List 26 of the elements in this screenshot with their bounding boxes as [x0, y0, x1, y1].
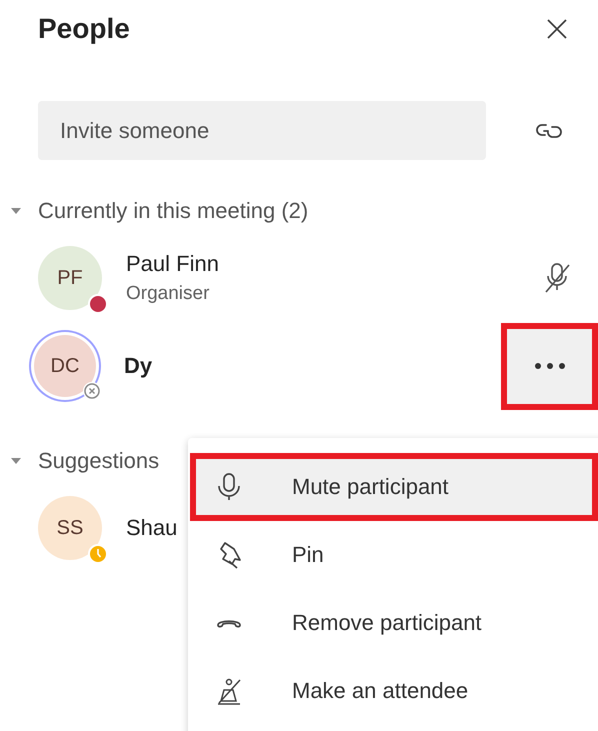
busy-status-icon: [88, 294, 108, 314]
menu-item[interactable]: Remove participant: [188, 589, 598, 657]
person-name: Shau: [126, 515, 178, 541]
caret-icon[interactable]: [10, 457, 22, 465]
avatar-initials: DC: [50, 354, 80, 378]
microphone-icon: [216, 472, 242, 502]
menu-item[interactable]: Mute participant: [190, 453, 598, 521]
caret-icon[interactable]: [10, 207, 22, 215]
away-status-icon: [88, 544, 108, 564]
invite-field[interactable]: Invite someone: [38, 101, 486, 160]
person-name: Paul Finn: [126, 251, 220, 277]
avatar-initials: SS: [56, 516, 84, 540]
offline-status-icon: [82, 381, 102, 401]
attendee-icon: [216, 676, 242, 706]
person-role: Organiser: [126, 283, 210, 305]
menu-item[interactable]: Pin: [188, 521, 598, 589]
phone-hang-up-icon: [216, 618, 242, 628]
ellipsis-icon: [532, 362, 566, 370]
close-icon[interactable]: [546, 18, 568, 40]
panel-title: People: [38, 13, 130, 45]
more-options-button[interactable]: [501, 322, 598, 410]
menu-item[interactable]: Make an attendee: [188, 657, 598, 725]
avatar-initials: PF: [57, 266, 83, 290]
section-title[interactable]: Currently in this meeting (2): [38, 198, 308, 224]
section-title[interactable]: Suggestions: [38, 448, 160, 474]
person-name: Dy: [124, 353, 154, 379]
